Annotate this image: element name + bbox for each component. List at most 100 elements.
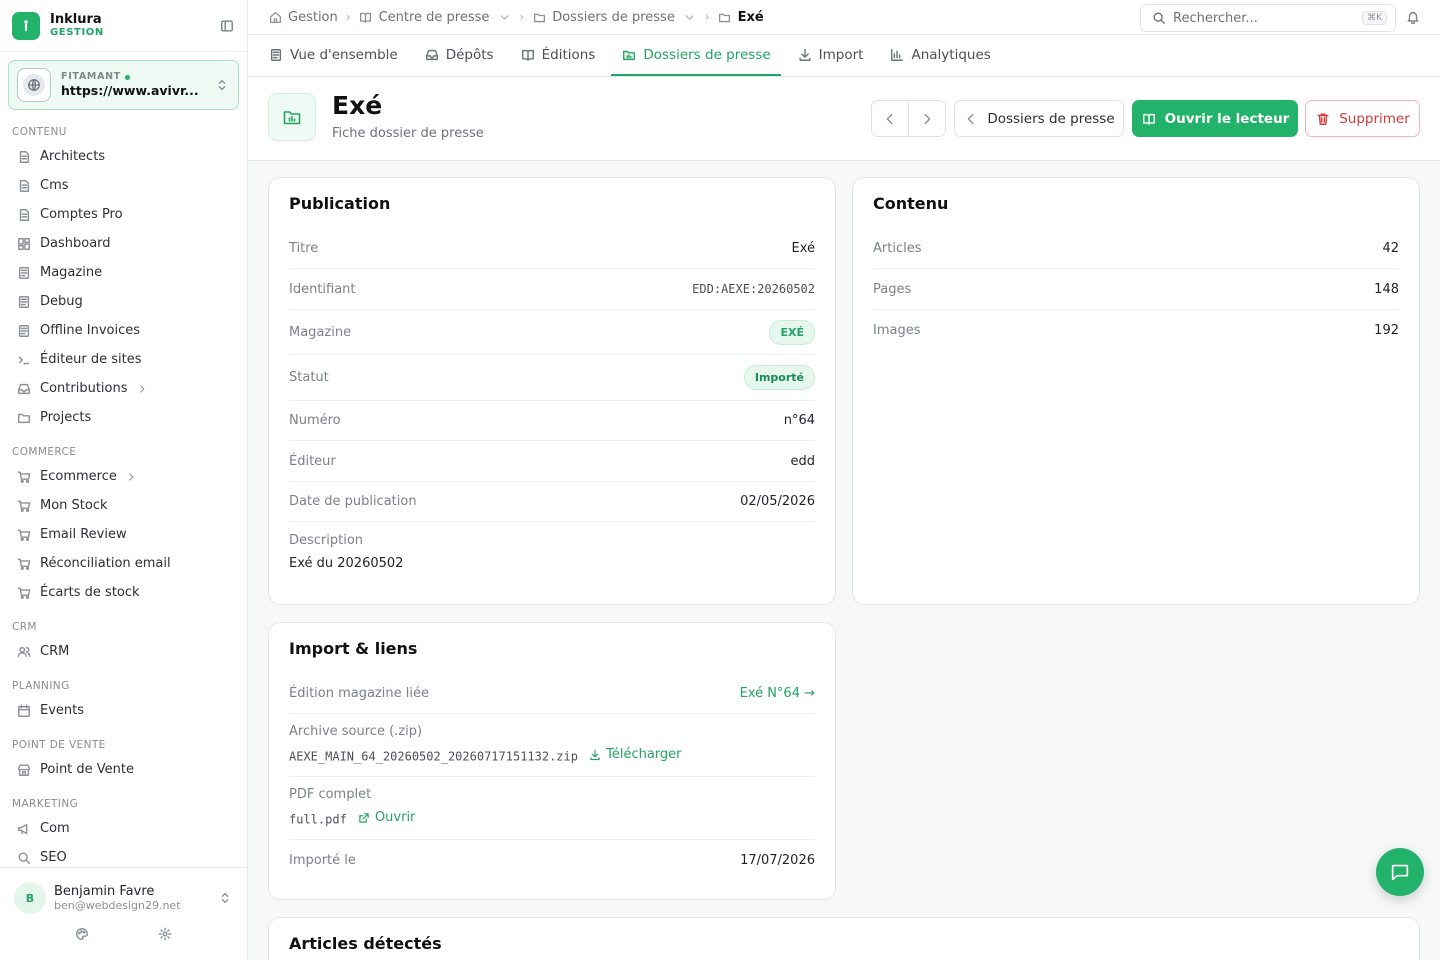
sidebar-item-point-de-vente[interactable]: Point de Vente <box>0 755 247 784</box>
bell-icon[interactable] <box>1405 9 1421 25</box>
sidebar: Inklura GESTION FITAMANT https://www.avi… <box>0 0 248 960</box>
search-shortcut: ⌘K <box>1362 11 1387 25</box>
sidebar-item-ecarts-de-stock[interactable]: Écarts de stock <box>0 578 247 607</box>
brand: Inklura GESTION <box>0 0 247 52</box>
chevrons-up-down-icon <box>217 890 233 906</box>
inbox-icon <box>16 381 32 397</box>
card-title: Publication <box>289 194 391 213</box>
cart-icon <box>16 556 32 572</box>
sidebar-toggle-icon[interactable] <box>219 18 235 34</box>
field-date: Date de publication 02/05/2026 <box>289 482 815 522</box>
sidebar-item-dashboard[interactable]: Dashboard <box>0 229 247 258</box>
sidebar-item-reconciliation-email[interactable]: Réconciliation email <box>0 549 247 578</box>
sidebar-item-comptes-pro[interactable]: Comptes Pro <box>0 200 247 229</box>
sidebar-item-seo[interactable]: SEO <box>0 843 247 867</box>
brand-logo-icon <box>12 11 40 40</box>
document-icon <box>16 178 32 194</box>
sidebar-item-cms[interactable]: Cms <box>0 171 247 200</box>
archive-filename: AEXE_MAIN_64_20260502_20260717151132.zip <box>289 749 578 764</box>
chevron-down-icon[interactable] <box>497 10 511 24</box>
palette-icon[interactable] <box>74 926 90 942</box>
sidebar-item-email-review[interactable]: Email Review <box>0 520 247 549</box>
section-tabs: Vue d'ensemble Dépôts Éditions Dossiers … <box>248 35 1440 77</box>
download-archive-link[interactable]: Télécharger <box>588 747 682 762</box>
content-card: Contenu Articles 42 Pages 148 Images 192 <box>852 177 1420 605</box>
delete-button[interactable]: Supprimer <box>1305 100 1420 137</box>
sidebar-item-architects[interactable]: Architects <box>0 142 247 171</box>
search-placeholder: Rechercher... <box>1173 10 1258 26</box>
tab-deposits[interactable]: Dépôts <box>414 35 504 76</box>
site-url: https://www.avivr... <box>61 83 199 99</box>
download-icon <box>588 748 602 762</box>
page-title: Exé <box>332 91 383 120</box>
stat-images: Images 192 <box>873 323 1399 338</box>
tab-press-folders[interactable]: Dossiers de presse <box>611 35 781 76</box>
sidebar-item-offline-invoices[interactable]: Offline Invoices <box>0 316 247 345</box>
section-point-de-vente: POINT DE VENTE <box>12 739 106 751</box>
tab-analytics[interactable]: Analytiques <box>879 35 1000 76</box>
sidebar-item-projects[interactable]: Projects <box>0 403 247 432</box>
sidebar-item-editeur-de-sites[interactable]: Éditeur de sites <box>0 345 247 374</box>
next-button[interactable] <box>908 101 945 136</box>
sidebar-item-magazine[interactable]: Magazine <box>0 258 247 287</box>
search-icon <box>1151 10 1167 26</box>
sidebar-item-mon-stock[interactable]: Mon Stock <box>0 491 247 520</box>
chevrons-up-down-icon <box>214 77 230 93</box>
sidebar-item-com[interactable]: Com <box>0 814 247 843</box>
download-icon <box>797 47 813 63</box>
sidebar-item-debug[interactable]: Debug <box>0 287 247 316</box>
settings-gear-icon[interactable] <box>157 926 173 942</box>
user-menu[interactable]: B Benjamin Favre ben@webdesign29.net <box>0 868 247 914</box>
brand-name: Inklura <box>50 11 102 27</box>
tab-editions[interactable]: Éditions <box>510 35 606 76</box>
cart-icon <box>16 469 32 485</box>
field-description: Description Exé du 20260502 <box>289 533 404 571</box>
inbox-icon <box>424 47 440 63</box>
globe-icon <box>23 74 45 96</box>
sidebar-item-events[interactable]: Events <box>0 696 247 725</box>
document-icon <box>16 149 32 165</box>
trash-icon <box>1315 111 1331 127</box>
field-editeur: Éditeur edd <box>289 441 815 482</box>
folder-icon <box>532 10 546 24</box>
calendar-icon <box>16 703 32 719</box>
site-label: FITAMANT <box>61 71 199 83</box>
field-source-archive: Archive source (.zip) AEXE_MAIN_64_20260… <box>289 724 815 777</box>
breadcrumb-home[interactable]: Gestion <box>268 10 338 25</box>
sidebar-item-contributions[interactable]: Contributions <box>0 374 247 403</box>
breadcrumb-press-center[interactable]: Centre de presse <box>359 10 512 25</box>
detected-articles-card: Articles détectés <box>268 917 1420 960</box>
import-links-card: Import & liens Édition magazine liée Exé … <box>268 622 836 900</box>
section-commerce: COMMERCE <box>12 446 77 458</box>
external-link-icon <box>357 811 371 825</box>
tab-overview[interactable]: Vue d'ensemble <box>268 35 408 76</box>
chat-button[interactable] <box>1376 848 1424 896</box>
home-icon <box>268 10 282 24</box>
section-marketing: MARKETING <box>12 798 79 810</box>
linked-edition-link[interactable]: Exé N°64 → <box>740 686 815 701</box>
back-to-folders-button[interactable]: Dossiers de presse <box>954 100 1124 137</box>
status-badge: Importé <box>743 365 815 390</box>
search-input[interactable]: Rechercher... ⌘K <box>1140 4 1396 32</box>
site-switcher[interactable]: FITAMANT https://www.avivr... <box>8 60 239 110</box>
tab-import[interactable]: Import <box>787 35 874 76</box>
open-reader-button[interactable]: Ouvrir le lecteur <box>1132 100 1298 137</box>
previous-button[interactable] <box>872 101 908 136</box>
pdf-filename: full.pdf <box>289 812 347 827</box>
stat-pages: Pages 148 <box>873 269 1399 310</box>
sidebar-item-ecommerce[interactable]: Ecommerce <box>0 462 247 491</box>
card-title: Import & liens <box>289 639 418 658</box>
search-icon <box>16 850 32 866</box>
section-contenu: CONTENU <box>12 126 67 138</box>
field-full-pdf: PDF complet full.pdf Ouvrir <box>289 787 815 840</box>
magazine-badge: EXÉ <box>769 319 815 345</box>
chevron-down-icon[interactable] <box>683 10 697 24</box>
chat-bubble-icon <box>1391 864 1409 881</box>
open-pdf-link[interactable]: Ouvrir <box>357 810 415 825</box>
field-magazine: Magazine EXÉ <box>289 310 815 355</box>
breadcrumb-press-folders[interactable]: Dossiers de presse <box>532 10 697 25</box>
megaphone-icon <box>16 821 32 837</box>
sidebar-item-crm[interactable]: CRM <box>0 637 247 666</box>
field-numero: Numéro n°64 <box>289 401 815 441</box>
breadcrumb-current: Exé <box>718 10 764 25</box>
